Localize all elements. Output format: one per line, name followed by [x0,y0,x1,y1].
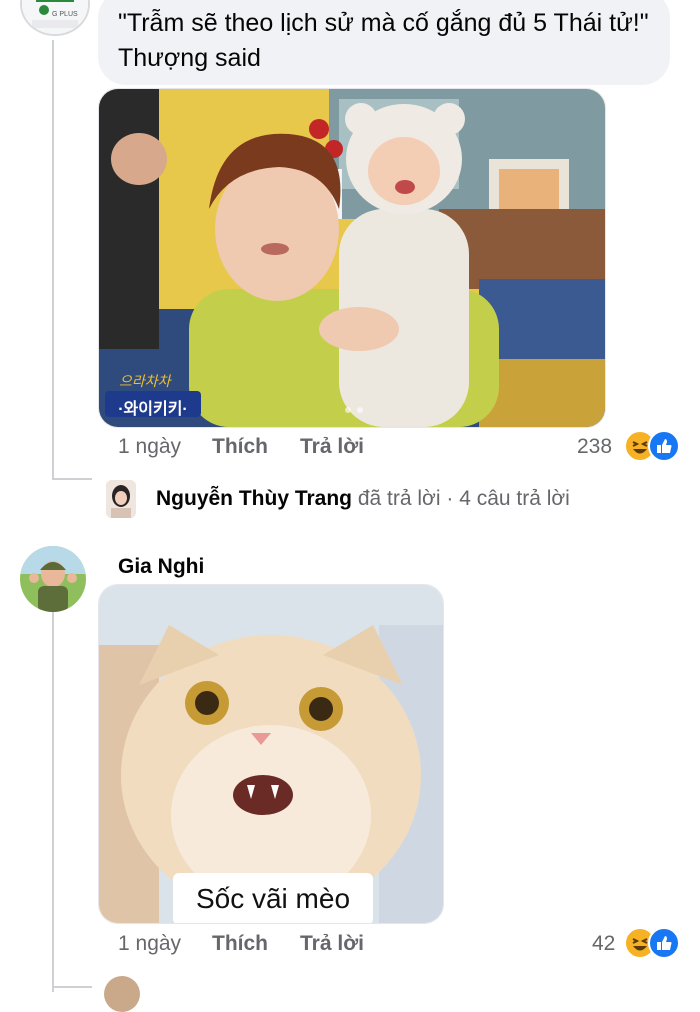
comment-photo[interactable]: Sốc vãi mèo [98,584,444,924]
comment-author-name[interactable]: Gia Nghi [118,555,204,579]
reply-button[interactable]: Trả lời [300,435,364,459]
reaction-count[interactable]: 238 [577,435,612,459]
svg-text:G PLUS: G PLUS [52,11,78,18]
comment-time[interactable]: 1 ngày [118,932,181,956]
replies-summary[interactable]: Nguyễn Thùy Trang đã trả lời · 4 câu trả… [156,487,570,511]
thread-line [52,612,54,992]
watermark-line1: 으라차차 [119,373,171,389]
reply-action-text: đã trả lời [357,487,441,510]
like-icon [648,927,680,959]
like-icon [648,430,680,462]
reply-button[interactable]: Trả lời [300,932,364,956]
carousel-dot [345,407,351,413]
image-caption: Sốc vãi mèo [173,873,373,923]
reaction-count[interactable]: 42 [592,932,615,956]
carousel-dot [357,407,363,413]
commenter-avatar[interactable]: G PLUS [20,0,90,36]
thread-line [52,40,54,480]
reply-count[interactable]: 4 câu trả lời [459,487,570,510]
reply-author-name[interactable]: Nguyễn Thùy Trang [156,487,352,510]
separator: · [446,487,454,510]
reaction-icons[interactable] [624,430,680,462]
photo-illustration [99,89,605,427]
watermark-line2: ·와이키키· [118,401,188,418]
comment-time[interactable]: 1 ngày [118,435,181,459]
comment-photo[interactable]: 으라차차 ·와이키키· [98,88,606,428]
comment-text: "Trẫm sẽ theo lịch sử mà cố gắng đủ 5 Th… [118,9,649,72]
reply-avatar[interactable] [106,480,136,518]
reply-avatar[interactable] [104,976,140,1012]
like-button[interactable]: Thích [212,932,268,956]
reaction-icons[interactable] [624,927,680,959]
commenter-avatar[interactable] [20,546,86,612]
thread-line [52,986,92,988]
thread-line [52,478,92,480]
like-button[interactable]: Thích [212,435,268,459]
